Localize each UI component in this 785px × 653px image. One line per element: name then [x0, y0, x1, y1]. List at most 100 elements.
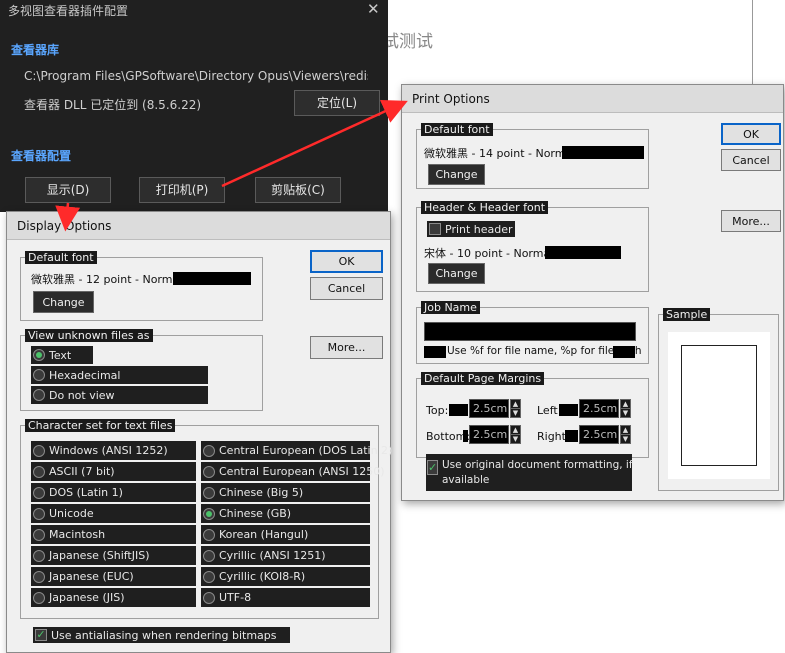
print-font-value: 微软雅黑 - 14 point - Norma: [424, 147, 573, 160]
spin-up-icon[interactable]: ▲: [621, 400, 630, 409]
left-margin-spinner[interactable]: ▲ ▼: [620, 399, 631, 418]
display-default-font-legend: Default font: [25, 251, 97, 264]
charset-option-label: ASCII (7 bit): [49, 465, 115, 478]
antialias-checkbox[interactable]: ✓ Use antialiasing when rendering bitmap…: [33, 627, 290, 643]
bottom-margin-input[interactable]: 2.5cm: [469, 425, 509, 444]
charset-option-label: Windows (ANSI 1252): [49, 444, 168, 457]
spin-down-icon[interactable]: ▼: [511, 435, 520, 444]
print-options-title: Print Options: [402, 85, 783, 113]
header-font-legend: Header & Header font: [421, 201, 549, 214]
charset-option[interactable]: Korean (Hangul): [201, 525, 370, 544]
display-ok-button[interactable]: OK: [310, 250, 383, 273]
sample-group: Sample: [658, 308, 779, 491]
charset-option[interactable]: DOS (Latin 1): [31, 483, 196, 502]
print-header-checkbox[interactable]: Print header: [427, 221, 515, 237]
sample-preview: [668, 332, 770, 479]
left-margin-input[interactable]: 2.5cm: [579, 399, 619, 418]
spin-up-icon[interactable]: ▲: [511, 400, 520, 409]
charset-option[interactable]: Japanese (ShiftJIS): [31, 546, 196, 565]
charset-option-label: Cyrillic (KOI8-R): [219, 570, 306, 583]
radio-icon: [33, 369, 45, 381]
header-font-value: 宋体 - 10 point - Norma: [424, 247, 551, 260]
spin-up-icon[interactable]: ▲: [511, 426, 520, 435]
printer-button[interactable]: 打印机(P): [139, 177, 225, 203]
redaction-bar: [424, 346, 446, 358]
display-change-font-button[interactable]: Change: [33, 291, 94, 313]
close-icon[interactable]: ✕: [367, 0, 380, 18]
radio-icon: [33, 570, 45, 583]
charset-option[interactable]: Chinese (GB): [201, 504, 370, 523]
charset-option[interactable]: Windows (ANSI 1252): [31, 441, 196, 460]
right-margin-input[interactable]: 2.5cm: [579, 425, 619, 444]
radio-icon: [203, 549, 215, 562]
original-formatting-label-cont: available: [442, 474, 490, 486]
redaction-bar: [562, 146, 644, 159]
charset-option-label: Central European (DOS Latin 2): [219, 444, 393, 457]
top-margin-spinner[interactable]: ▲ ▼: [510, 399, 521, 418]
job-name-input[interactable]: [424, 322, 636, 341]
radio-icon: [203, 591, 215, 604]
job-name-group: Job Name Use %f for file name, %p for fi…: [416, 301, 649, 364]
locate-button[interactable]: 定位(L): [294, 90, 380, 116]
print-ok-button[interactable]: OK: [721, 123, 781, 145]
charset-option[interactable]: ASCII (7 bit): [31, 462, 196, 481]
radio-icon: [33, 389, 45, 401]
original-formatting-checkbox[interactable]: ✓ Use original document formatting, if a…: [426, 454, 633, 491]
charset-option-label: Cyrillic (ANSI 1251): [219, 549, 326, 562]
radio-icon: [33, 507, 45, 520]
unknown-option-do-not-view[interactable]: Do not view: [31, 386, 208, 404]
print-default-font-legend: Default font: [421, 123, 493, 136]
redaction-bar: [463, 430, 468, 442]
radio-icon: [33, 444, 45, 457]
display-cancel-button[interactable]: Cancel: [310, 277, 383, 300]
charset-option-label: Unicode: [49, 507, 94, 520]
radio-icon: [33, 591, 45, 604]
plugin-config-window: 多视图查看器插件配置 ✕ 查看器库 C:\Program Files\GPSof…: [0, 0, 388, 212]
clipboard-button[interactable]: 剪贴板(C): [255, 177, 341, 203]
display-options-body: Default font 微软雅黑 - 12 point - Norma Cha…: [7, 240, 392, 652]
charset-option[interactable]: Japanese (JIS): [31, 588, 196, 607]
charset-option[interactable]: Chinese (Big 5): [201, 483, 370, 502]
print-more-button[interactable]: More...: [721, 210, 781, 232]
right-margin-spinner[interactable]: ▲ ▼: [620, 425, 631, 444]
checkbox-icon: [429, 223, 441, 235]
spin-down-icon[interactable]: ▼: [621, 409, 630, 418]
print-default-font-group: Default font 微软雅黑 - 14 point - Norma Cha…: [416, 123, 649, 189]
top-margin-input[interactable]: 2.5cm: [469, 399, 509, 418]
charset-option[interactable]: Japanese (EUC): [31, 567, 196, 586]
charset-option-label: Chinese (Big 5): [219, 486, 304, 499]
charset-option[interactable]: Central European (ANSI 1250): [201, 462, 385, 481]
charset-option[interactable]: Cyrillic (KOI8-R): [201, 567, 370, 586]
charset-option-label: UTF-8: [219, 591, 252, 604]
charset-option-label: Central European (ANSI 1250): [219, 465, 385, 478]
unknown-option-text[interactable]: Text: [31, 346, 93, 364]
charset-option[interactable]: Central European (DOS Latin 2): [201, 441, 392, 460]
display-more-button[interactable]: More...: [310, 336, 383, 359]
display-button[interactable]: 显示(D): [25, 177, 111, 203]
bottom-margin-spinner[interactable]: ▲ ▼: [510, 425, 521, 444]
unknown-option-label: Hexadecimal: [49, 368, 121, 382]
spin-down-icon[interactable]: ▼: [511, 409, 520, 418]
header-change-font-button[interactable]: Change: [428, 263, 485, 284]
unknown-option-hexadecimal[interactable]: Hexadecimal: [31, 366, 208, 384]
radio-icon: [203, 486, 215, 499]
charset-option[interactable]: UTF-8: [201, 588, 370, 607]
charset-option-label: Japanese (EUC): [49, 570, 134, 583]
print-change-font-button[interactable]: Change: [428, 164, 485, 185]
radio-selected-icon: [203, 507, 215, 520]
viewer-path: C:\Program Files\GPSoftware\Directory Op…: [24, 69, 368, 83]
redaction-bar: [559, 404, 578, 416]
charset-option[interactable]: Unicode: [31, 504, 196, 523]
charset-option-label: Macintosh: [49, 528, 106, 541]
redaction-bar: [613, 346, 635, 358]
charset-option-label: Korean (Hangul): [219, 528, 309, 541]
page-margins-group: Default Page Margins Top: 2.5cm ▲ ▼ Left:…: [416, 372, 649, 458]
character-set-legend: Character set for text files: [25, 419, 176, 432]
charset-option[interactable]: Macintosh: [31, 525, 196, 544]
display-default-font-group: Default font 微软雅黑 - 12 point - Norma Cha…: [20, 251, 263, 321]
spin-up-icon[interactable]: ▲: [621, 426, 630, 435]
print-cancel-button[interactable]: Cancel: [721, 149, 781, 171]
antialias-label: Use antialiasing when rendering bitmaps: [51, 628, 277, 642]
spin-down-icon[interactable]: ▼: [621, 435, 630, 444]
charset-option[interactable]: Cyrillic (ANSI 1251): [201, 546, 370, 565]
